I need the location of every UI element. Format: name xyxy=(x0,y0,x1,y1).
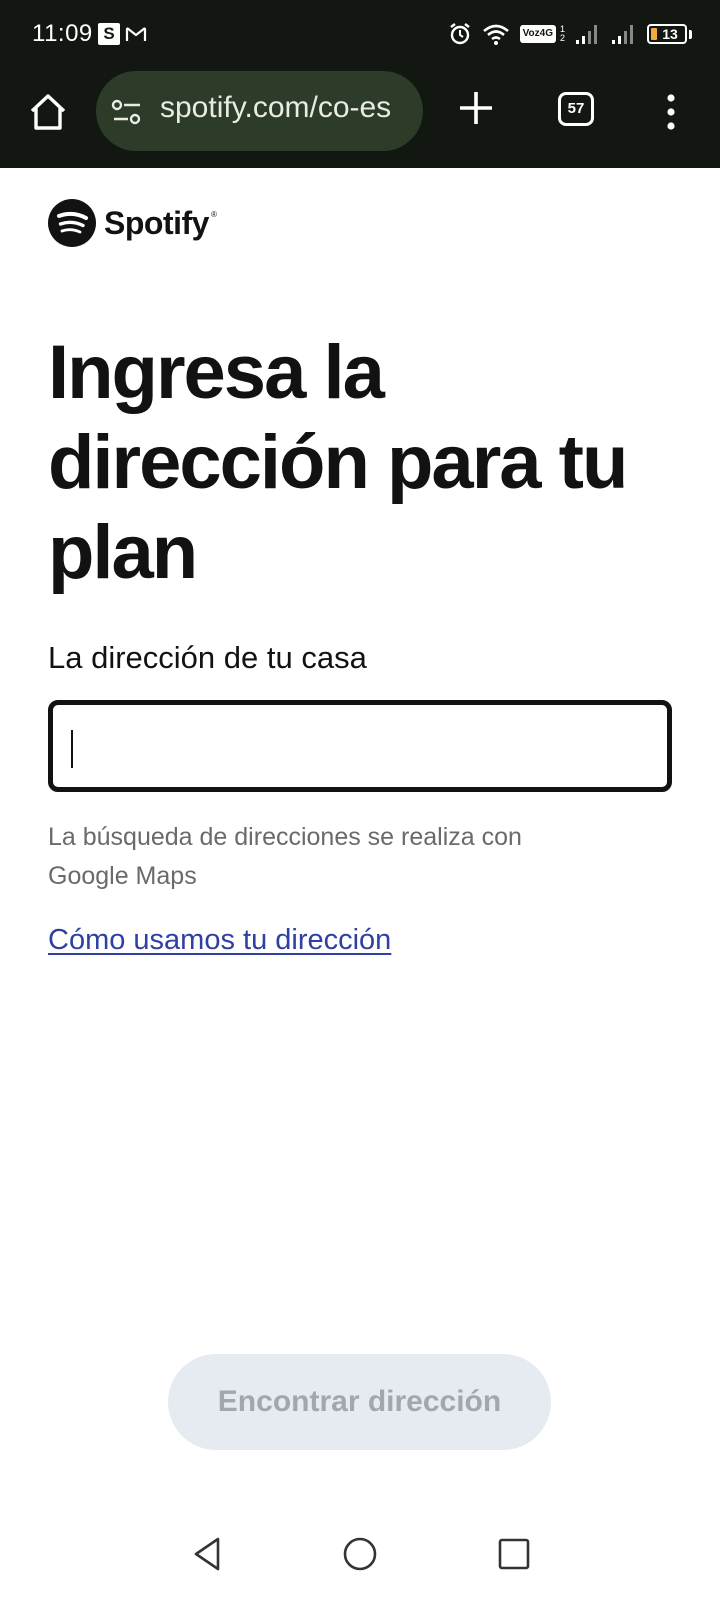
find-address-button[interactable]: Encontrar dirección xyxy=(168,1354,551,1450)
spotify-logo[interactable]: Spotify ® xyxy=(48,198,217,248)
spotify-wordmark: Spotify xyxy=(104,204,209,241)
recent-apps-icon[interactable] xyxy=(494,1534,534,1574)
status-time: 11:09 xyxy=(32,20,93,47)
how-we-use-address-link[interactable]: Cómo usamos tu dirección xyxy=(48,924,391,957)
browser-toolbar: spotify.com/co-es 57 xyxy=(0,68,720,166)
battery-level: 13 xyxy=(662,26,678,42)
address-field-label: La dirección de tu casa xyxy=(48,640,367,675)
address-input[interactable] xyxy=(48,700,672,792)
page-title: Ingresa la dirección para tu plan xyxy=(48,330,628,595)
more-options-icon[interactable] xyxy=(660,92,682,132)
registered-mark: ® xyxy=(210,210,217,219)
new-tab-icon[interactable] xyxy=(456,88,496,128)
system-nav-bar xyxy=(0,1510,720,1600)
app-notification-s-icon: S xyxy=(98,23,120,45)
address-bar[interactable]: spotify.com/co-es xyxy=(96,71,423,151)
alarm-icon xyxy=(449,23,470,45)
status-bar: 11:09 S Voz4G 1 2 13 xyxy=(0,0,720,68)
text-caret xyxy=(71,730,73,768)
home-nav-icon[interactable] xyxy=(340,1534,380,1574)
sim-indicator: 1 2 xyxy=(559,24,565,43)
status-icons: Voz4G 1 2 13 xyxy=(448,20,692,48)
google-maps-helper-text: La búsqueda de direcciones se realiza co… xyxy=(48,823,522,890)
wifi-icon xyxy=(482,24,509,45)
site-settings-icon[interactable] xyxy=(110,97,144,127)
gmail-icon xyxy=(125,27,147,41)
signal-sim2-icon xyxy=(612,25,633,44)
back-icon[interactable] xyxy=(188,1534,228,1574)
spotify-logo-icon xyxy=(48,199,96,247)
tab-switcher-button[interactable]: 57 xyxy=(558,92,594,126)
signal-sim1-icon xyxy=(576,25,597,44)
home-icon[interactable] xyxy=(26,90,70,134)
volte-badge: Voz4G xyxy=(519,25,556,43)
url-text[interactable]: spotify.com/co-es xyxy=(160,91,412,125)
battery-nub xyxy=(689,29,692,39)
battery-icon: 13 xyxy=(647,24,687,44)
